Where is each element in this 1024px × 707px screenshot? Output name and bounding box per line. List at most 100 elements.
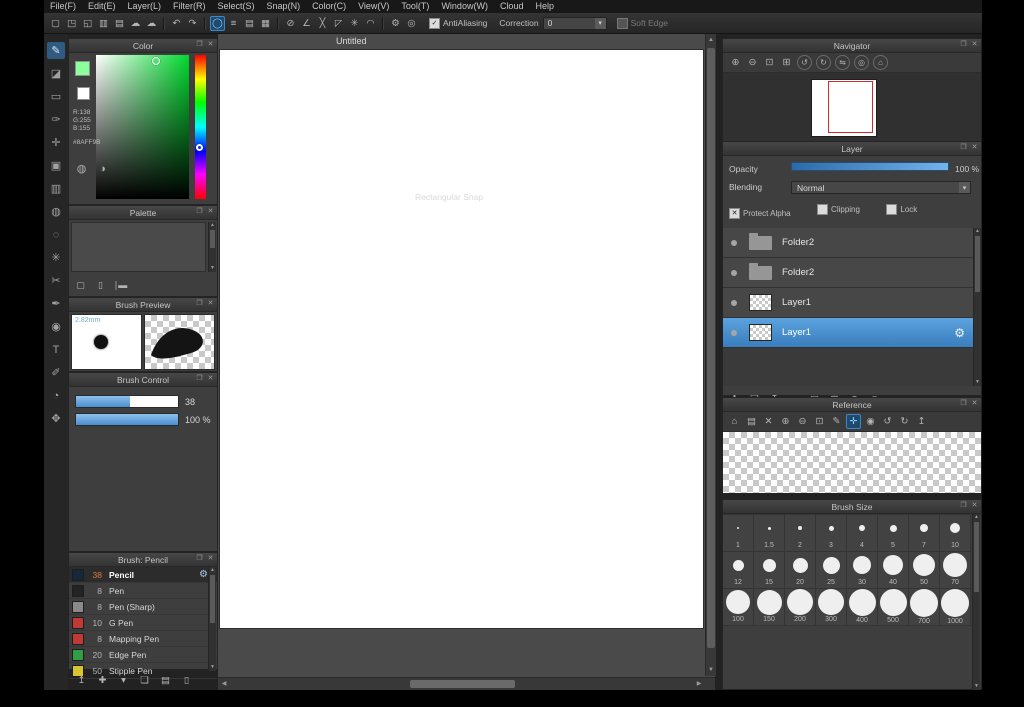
brush-item-pencil[interactable]: 38 Pencil ⚙ bbox=[69, 567, 217, 583]
protect-alpha-checkbox-box[interactable]: ✕ bbox=[729, 208, 740, 219]
reference-image-area[interactable] bbox=[723, 432, 981, 493]
layer-visibility-icon[interactable] bbox=[731, 329, 737, 336]
brush-size-cell-300[interactable]: 300 bbox=[816, 589, 847, 626]
lock-checkbox[interactable]: Lock bbox=[886, 204, 917, 215]
brush-item-mapping-pen[interactable]: 8 Mapping Pen bbox=[69, 631, 217, 647]
magic-wand-tool[interactable]: ✳ bbox=[47, 249, 65, 266]
brush-size-cell-25[interactable]: 25 bbox=[816, 552, 847, 589]
brush-item-pen-sharp[interactable]: 8 Pen (Sharp) bbox=[69, 599, 217, 615]
delete-brush-icon[interactable]: ▯ bbox=[179, 673, 194, 688]
hand-tool[interactable]: ✥ bbox=[47, 410, 65, 427]
scroll-up-icon[interactable]: ▲ bbox=[706, 35, 716, 45]
menu-color-c[interactable]: Color(C) bbox=[306, 0, 352, 13]
saturation-value-picker[interactable] bbox=[96, 55, 189, 199]
soft-edge-checkbox[interactable]: Soft Edge bbox=[616, 17, 668, 29]
layer-list-scrollbar[interactable]: ▲ ▼ bbox=[973, 228, 981, 386]
nav-reset-view-icon[interactable]: ⌂ bbox=[873, 55, 888, 70]
save-file-icon[interactable]: ◱ bbox=[80, 16, 95, 31]
palette-panel-header[interactable]: Palette ❐ ✕ bbox=[69, 206, 217, 220]
brush-size-cell-12[interactable]: 12 bbox=[723, 552, 754, 589]
brush-settings-icon[interactable]: ⚙ bbox=[199, 569, 208, 580]
panel-float-icon[interactable]: ❐ bbox=[195, 40, 204, 49]
scroll-down-icon[interactable]: ▼ bbox=[973, 683, 980, 690]
panel-close-icon[interactable]: ✕ bbox=[970, 399, 979, 408]
panel-float-icon[interactable]: ❐ bbox=[195, 207, 204, 216]
snap-radial-icon[interactable]: ✳ bbox=[347, 16, 362, 31]
brush-size-cell-40[interactable]: 40 bbox=[878, 552, 909, 589]
brush-size-cell-30[interactable]: 30 bbox=[847, 552, 878, 589]
brush-size-cell-1-5[interactable]: 1.5 bbox=[754, 515, 785, 552]
cloud-download-icon[interactable]: ☁ bbox=[144, 16, 159, 31]
drawing-canvas[interactable]: Rectangular Snap bbox=[220, 50, 703, 628]
brush-size-cell-3[interactable]: 3 bbox=[816, 515, 847, 552]
scroll-up-icon[interactable]: ▲ bbox=[973, 514, 980, 521]
eraser-tool[interactable]: ◪ bbox=[47, 65, 65, 82]
foreground-color-swatch[interactable] bbox=[75, 61, 90, 76]
brush-size-cell-500[interactable]: 500 bbox=[878, 589, 909, 626]
scroll-down-icon[interactable]: ▼ bbox=[974, 379, 981, 386]
ref-eye-icon[interactable]: ◉ bbox=[863, 414, 878, 429]
brush-item-g-pen[interactable]: 10 G Pen bbox=[69, 615, 217, 631]
ref-home-icon[interactable]: ⌂ bbox=[727, 414, 742, 429]
panel-close-icon[interactable]: ✕ bbox=[970, 40, 979, 49]
panel-close-icon[interactable]: ✕ bbox=[970, 143, 979, 152]
brush-size-cell-15[interactable]: 15 bbox=[754, 552, 785, 589]
layer-row-layer1[interactable]: Layer1 bbox=[723, 288, 973, 318]
background-color-swatch[interactable] bbox=[77, 87, 90, 100]
brush-item-edge-pen[interactable]: 20 Edge Pen bbox=[69, 647, 217, 663]
brush-list-scrollbar-thumb[interactable] bbox=[210, 575, 215, 623]
ref-open-icon[interactable]: ▤ bbox=[744, 414, 759, 429]
lock-checkbox-box[interactable] bbox=[886, 204, 898, 215]
protect-alpha-checkbox[interactable]: ✕ Protect Alpha bbox=[729, 208, 791, 219]
navigator-header[interactable]: Navigator ❐ ✕ bbox=[723, 39, 981, 53]
clipping-checkbox-box[interactable] bbox=[817, 204, 829, 215]
brush-list-header[interactable]: Brush: Pencil ❐ ✕ bbox=[69, 553, 217, 567]
panel-float-icon[interactable]: ❐ bbox=[959, 399, 968, 408]
brush-size-cell-7[interactable]: 7 bbox=[909, 515, 940, 552]
symmetry-icon[interactable]: ◎ bbox=[404, 16, 419, 31]
snap-vanishing-icon[interactable]: ◸ bbox=[331, 16, 346, 31]
divide-tool[interactable]: ✂ bbox=[47, 272, 65, 289]
brush-up-icon[interactable]: ↥ bbox=[74, 673, 89, 688]
brush-preview-header[interactable]: Brush Preview ❐ ✕ bbox=[69, 298, 217, 312]
brush-size-cell-150[interactable]: 150 bbox=[754, 589, 785, 626]
menu-snap-n[interactable]: Snap(N) bbox=[261, 0, 307, 13]
canvas-horizontal-scrollbar-thumb[interactable] bbox=[410, 680, 515, 688]
brush-tool[interactable]: ✑ bbox=[47, 111, 65, 128]
open-file-icon[interactable]: ◳ bbox=[64, 16, 79, 31]
panel-float-icon[interactable]: ❐ bbox=[959, 40, 968, 49]
gradient-tool[interactable]: ▥ bbox=[47, 180, 65, 197]
panel-float-icon[interactable]: ❐ bbox=[195, 299, 204, 308]
redo-icon[interactable]: ↷ bbox=[185, 16, 200, 31]
snap-off-icon[interactable]: ⊘ bbox=[283, 16, 298, 31]
canvas-vertical-scrollbar-thumb[interactable] bbox=[707, 48, 715, 648]
panel-close-icon[interactable]: ✕ bbox=[206, 299, 215, 308]
scroll-left-icon[interactable]: ◀ bbox=[219, 679, 229, 689]
brush-size-cell-700[interactable]: 700 bbox=[909, 589, 940, 626]
brush-size-header[interactable]: Brush Size ❐ ✕ bbox=[723, 500, 981, 514]
menu-view-v[interactable]: View(V) bbox=[352, 0, 395, 13]
navigator-viewport-rect[interactable] bbox=[828, 81, 873, 133]
panel-close-icon[interactable]: ✕ bbox=[970, 501, 979, 510]
panel-float-icon[interactable]: ❐ bbox=[195, 374, 204, 383]
dot-pen-tool[interactable]: ◉ bbox=[47, 318, 65, 335]
new-canvas-icon[interactable]: ▢ bbox=[48, 16, 63, 31]
color-wheel-icon[interactable]: ◍ bbox=[74, 161, 89, 176]
layer-settings-icon[interactable]: ⚙ bbox=[954, 326, 965, 340]
add-color-icon[interactable]: ▢ bbox=[73, 278, 88, 293]
brush-item-pen[interactable]: 8 Pen bbox=[69, 583, 217, 599]
brush-size-scrollbar-thumb[interactable] bbox=[974, 522, 979, 592]
palette-swatch-area[interactable] bbox=[71, 222, 206, 272]
brush-list-scrollbar[interactable]: ▲ ▼ bbox=[208, 567, 216, 671]
brush-size-cell-1[interactable]: 1 bbox=[723, 515, 754, 552]
scroll-up-icon[interactable]: ▲ bbox=[974, 228, 981, 235]
bucket-tool[interactable]: ◍ bbox=[47, 203, 65, 220]
scroll-right-icon[interactable]: ▶ bbox=[694, 679, 704, 689]
sv-marker[interactable] bbox=[152, 57, 160, 65]
brush-size-cell-4[interactable]: 4 bbox=[847, 515, 878, 552]
ref-rotate-cw-icon[interactable]: ↻ bbox=[897, 414, 912, 429]
scroll-down-icon[interactable]: ▼ bbox=[706, 665, 716, 675]
panel-float-icon[interactable]: ❐ bbox=[195, 554, 204, 563]
eyedropper-tool[interactable]: ◔ bbox=[47, 387, 65, 404]
brush-opacity-slider[interactable] bbox=[75, 413, 179, 426]
